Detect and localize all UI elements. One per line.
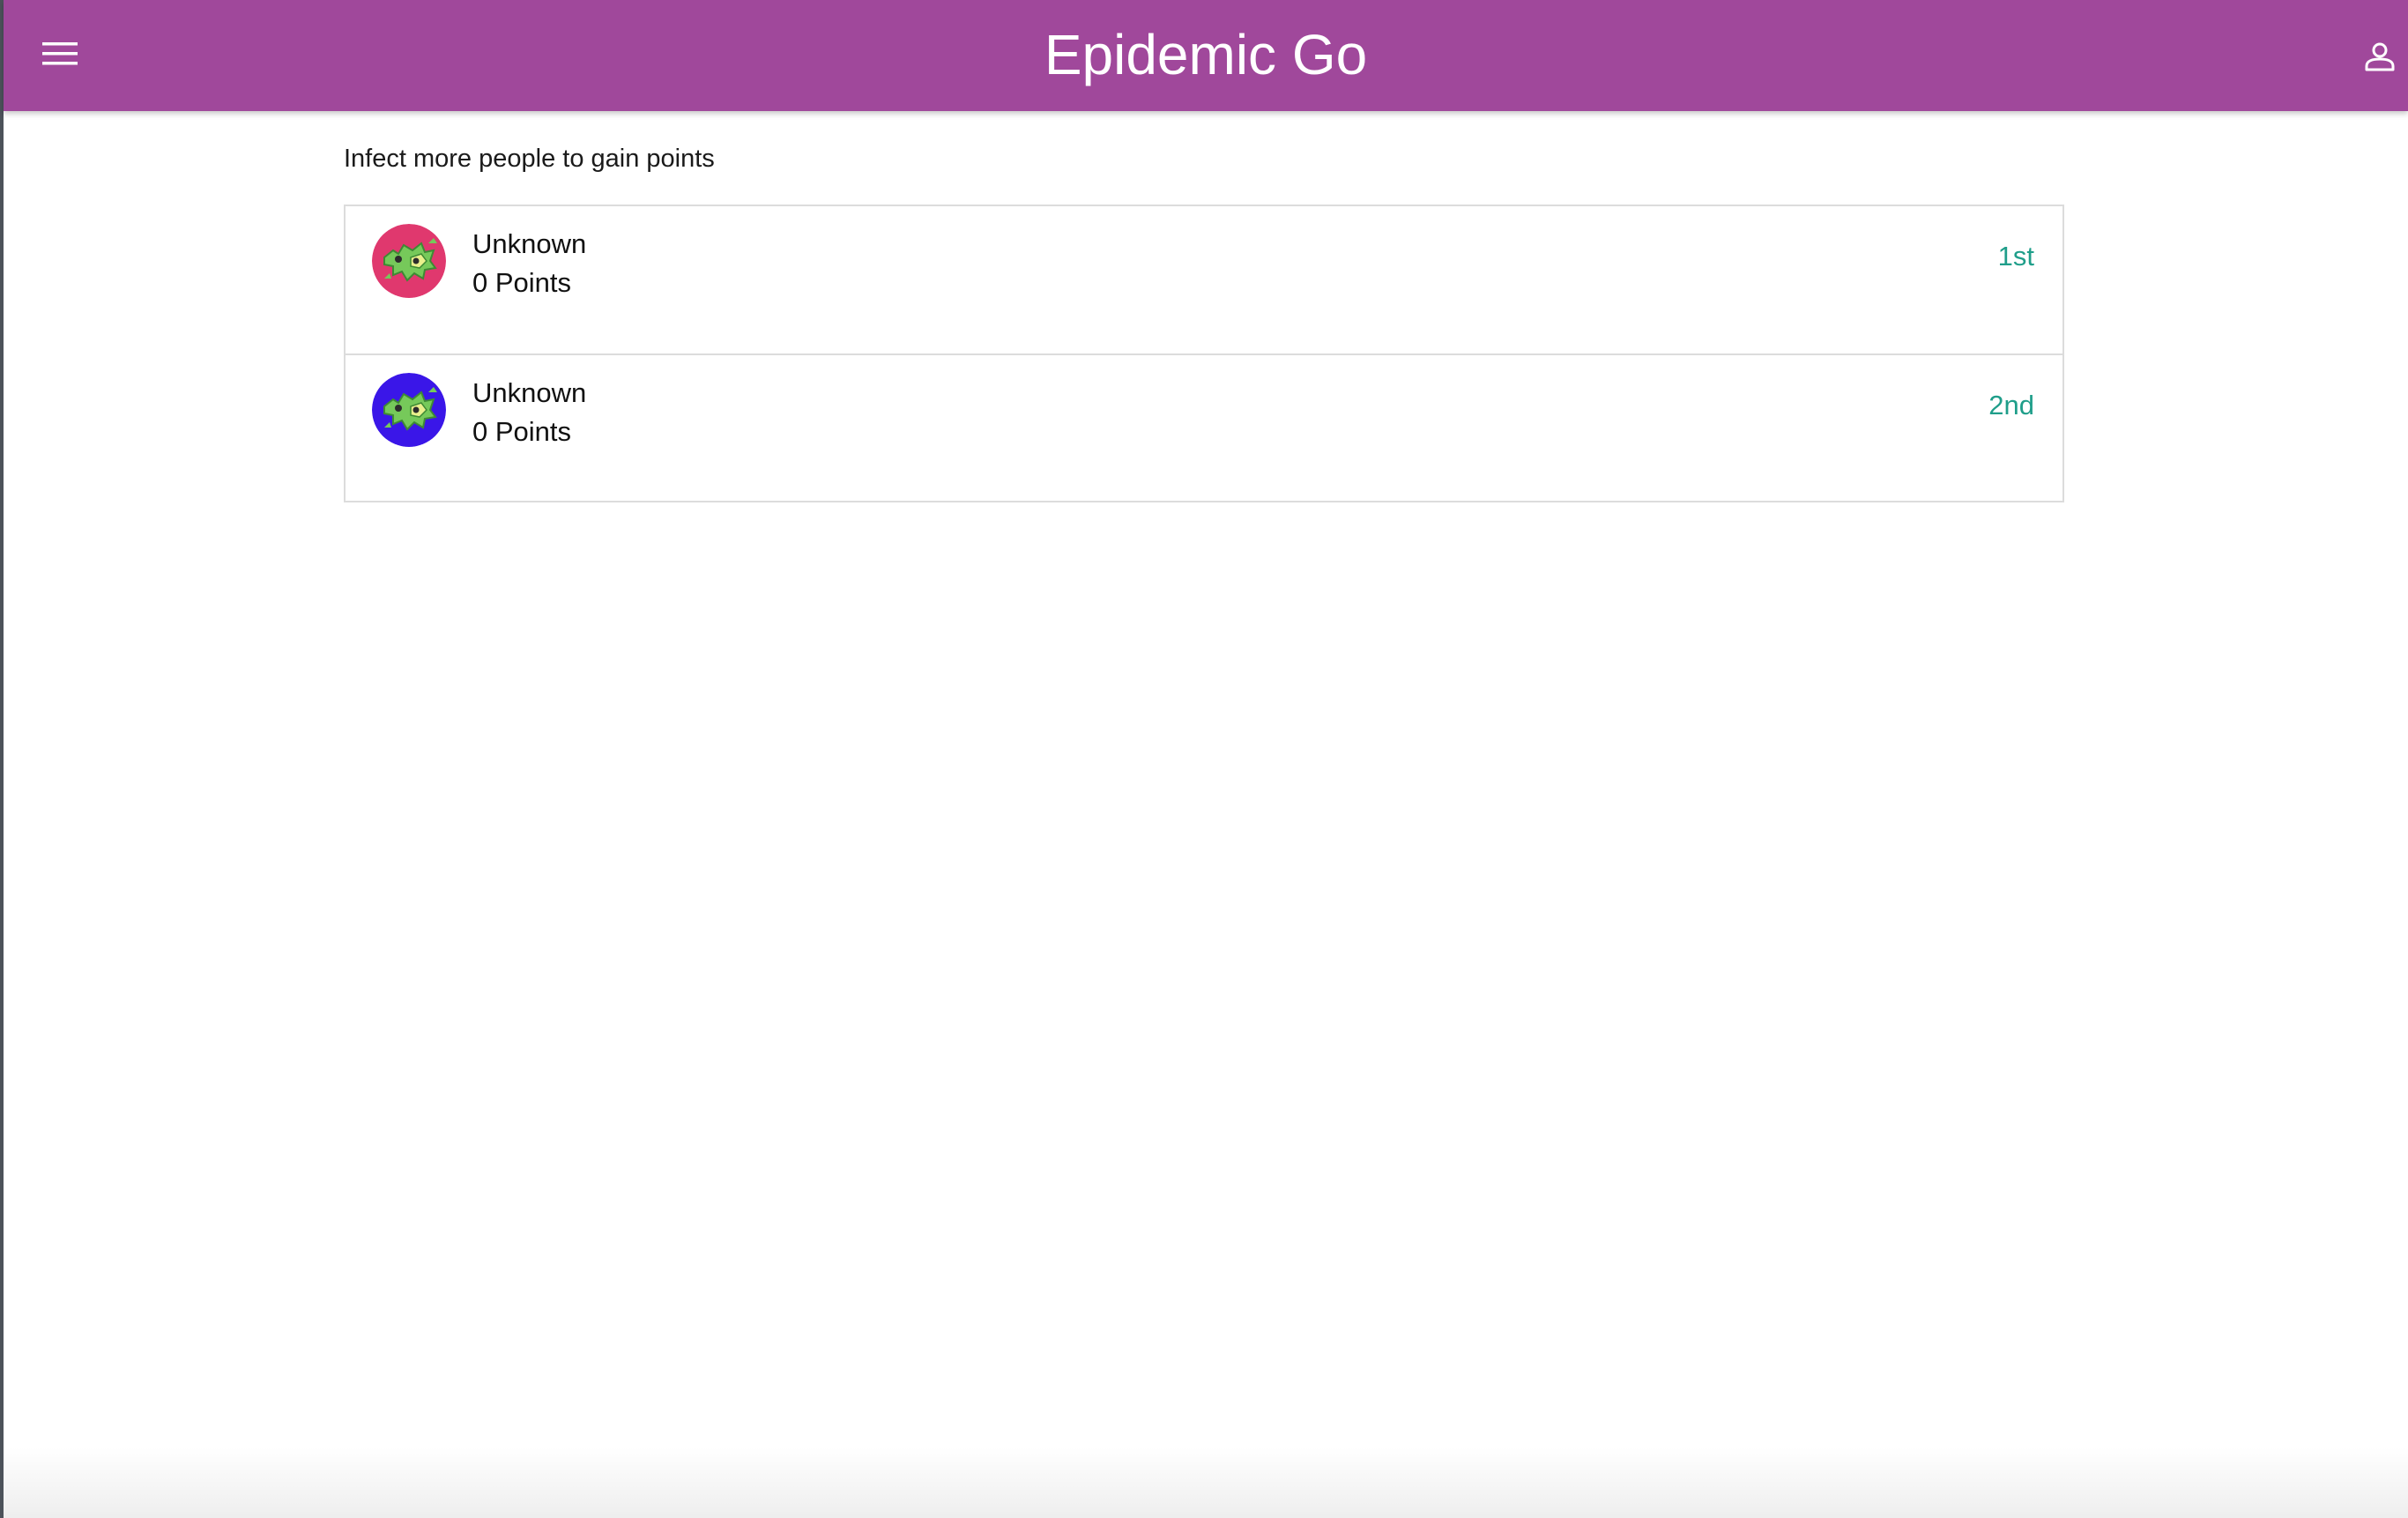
virus-avatar-icon (372, 373, 446, 447)
leaderboard-list: Unknown 0 Points 1st Unknown 0 Points 2n… (344, 205, 2064, 502)
player-avatar (372, 373, 446, 447)
player-name: Unknown (472, 228, 587, 259)
player-avatar (372, 224, 446, 298)
player-points: 0 Points (472, 416, 572, 447)
leaderboard-row[interactable]: Unknown 0 Points 2nd (346, 353, 2062, 501)
app-bar: Epidemic Go (4, 0, 2408, 111)
account-button[interactable] (2357, 33, 2403, 79)
app-title: Epidemic Go (1044, 23, 1368, 86)
account-icon (2365, 42, 2395, 71)
player-points: 0 Points (472, 267, 572, 298)
app-window: Epidemic Go Infect more people to gain p… (0, 0, 2408, 1518)
virus-avatar-icon (372, 224, 446, 298)
window-edge (0, 0, 4, 1518)
leaderboard-subtitle: Infect more people to gain points (344, 145, 715, 173)
player-rank: 2nd (1988, 390, 2034, 420)
player-name: Unknown (472, 377, 587, 408)
bottom-shadow (4, 1447, 2408, 1518)
player-rank: 1st (1997, 241, 2034, 272)
leaderboard-row[interactable]: Unknown 0 Points 1st (346, 206, 2062, 353)
